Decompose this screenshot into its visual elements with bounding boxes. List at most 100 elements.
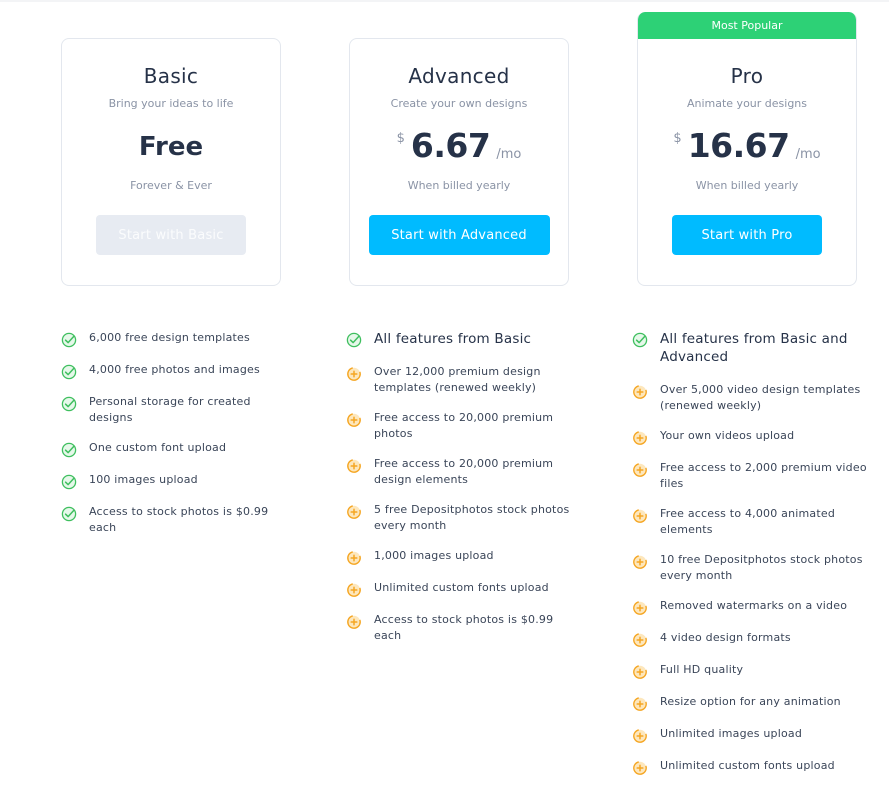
currency-symbol: $	[396, 131, 405, 146]
feature-text: 4 video design formats	[660, 631, 791, 644]
plus-circle-icon	[632, 728, 648, 744]
feature-text: Resize option for any animation	[660, 695, 841, 708]
check-circle-icon	[61, 506, 77, 522]
feature-text: 4,000 free photos and images	[89, 363, 260, 376]
feature-text: 10 free Depositphotos stock photos every…	[660, 553, 863, 582]
plan-name: Basic	[143, 64, 199, 88]
plus-circle-icon	[632, 632, 648, 648]
plan-card: Basic Bring your ideas to life Free Fore…	[61, 38, 281, 286]
feature-item: Free access to 20,000 premium design ele…	[346, 456, 576, 488]
feature-text: Unlimited images upload	[660, 727, 803, 740]
plus-circle-icon	[346, 412, 362, 428]
price-amount: 16.67	[687, 126, 790, 165]
check-circle-icon	[61, 474, 77, 490]
start-advanced-button[interactable]: Start with Advanced	[368, 215, 550, 255]
feature-item: 5 free Depositphotos stock photos every …	[346, 502, 576, 534]
features-pro: All features from Basic and Advanced Over…	[632, 330, 872, 790]
price-row: $ 6.67 /mo	[350, 127, 568, 169]
start-basic-button[interactable]: Start with Basic	[96, 215, 246, 255]
feature-item: 4,000 free photos and images	[61, 362, 286, 380]
feature-item: 6,000 free design templates	[61, 330, 286, 348]
price-period: /mo	[496, 147, 522, 162]
feature-item: Unlimited images upload	[632, 726, 872, 744]
price-note: When billed yearly	[695, 179, 799, 192]
feature-text: Free access to 4,000 animated elements	[660, 507, 836, 536]
plan-basic: Basic Bring your ideas to life Free Fore…	[61, 38, 281, 286]
plan-tagline: Create your own designs	[390, 97, 528, 110]
plus-circle-icon	[632, 696, 648, 712]
feature-item: Over 5,000 video design templates (renew…	[632, 382, 872, 414]
plus-circle-icon	[632, 600, 648, 616]
plan-pro: Most Popular Pro Animate your designs $ …	[637, 12, 857, 286]
feature-item: Unlimited custom fonts upload	[346, 580, 576, 598]
plus-circle-icon	[632, 760, 648, 776]
plus-circle-icon	[346, 504, 362, 520]
price-note: Forever & Ever	[130, 179, 212, 192]
top-divider	[0, 0, 889, 2]
feature-item: Access to stock photos is $0.99 each	[346, 612, 576, 644]
price-row: $ 16.67 /mo	[638, 127, 856, 169]
most-popular-badge: Most Popular	[638, 12, 856, 39]
feature-item: Free access to 2,000 premium video files	[632, 460, 872, 492]
feature-item: 100 images upload	[61, 472, 286, 490]
plan-advanced: Advanced Create your own designs $ 6.67 …	[349, 38, 569, 286]
check-circle-icon	[61, 396, 77, 412]
features-advanced: All features from Basic Over 12,000 premi…	[346, 330, 576, 658]
feature-text: Full HD quality	[660, 663, 744, 676]
feature-item: Personal storage for created designs	[61, 394, 286, 426]
feature-text: Free access to 20,000 premium design ele…	[374, 457, 554, 486]
plan-name: Pro	[730, 64, 764, 88]
feature-text: 1,000 images upload	[374, 549, 494, 562]
feature-item: Resize option for any animation	[632, 694, 872, 712]
feature-text: Removed watermarks on a video	[660, 599, 848, 612]
feature-heading: All features from Basic	[346, 330, 576, 348]
plan-name: Advanced	[408, 64, 510, 88]
price-note: When billed yearly	[407, 179, 511, 192]
feature-item: 10 free Depositphotos stock photos every…	[632, 552, 872, 584]
feature-text: All features from Basic	[374, 331, 532, 347]
currency-symbol: $	[673, 131, 682, 146]
plus-circle-icon	[346, 366, 362, 382]
feature-item: Unlimited custom fonts upload	[632, 758, 872, 776]
plus-circle-icon	[346, 614, 362, 630]
feature-text: Your own videos upload	[660, 429, 795, 442]
feature-text: 5 free Depositphotos stock photos every …	[374, 503, 570, 532]
plan-card: Advanced Create your own designs $ 6.67 …	[349, 38, 569, 286]
plus-circle-icon	[632, 430, 648, 446]
feature-text: Over 5,000 video design templates (renew…	[660, 383, 861, 412]
plan-card: Most Popular Pro Animate your designs $ …	[637, 12, 857, 286]
feature-item: Free access to 20,000 premium photos	[346, 410, 576, 442]
plan-tagline: Bring your ideas to life	[108, 97, 234, 110]
plus-circle-icon	[632, 384, 648, 400]
check-circle-icon	[61, 332, 77, 348]
feature-item: Access to stock photos is $0.99 each	[61, 504, 286, 536]
features-basic: 6,000 free design templates 4,000 free ph…	[61, 330, 286, 550]
price-period: /mo	[795, 147, 821, 162]
feature-text: One custom font upload	[89, 441, 227, 454]
feature-text: All features from Basic and Advanced	[660, 331, 848, 365]
feature-item: Over 12,000 premium design templates (re…	[346, 364, 576, 396]
start-pro-button[interactable]: Start with Pro	[672, 215, 822, 255]
feature-item: 4 video design formats	[632, 630, 872, 648]
check-circle-icon	[346, 332, 362, 348]
price-amount: 6.67	[410, 126, 491, 165]
feature-text: Unlimited custom fonts upload	[374, 581, 549, 594]
feature-item: Full HD quality	[632, 662, 872, 680]
plus-circle-icon	[632, 508, 648, 524]
feature-text: 100 images upload	[89, 473, 198, 486]
feature-item: 1,000 images upload	[346, 548, 576, 566]
check-circle-icon	[61, 364, 77, 380]
plus-circle-icon	[632, 462, 648, 478]
feature-text: Over 12,000 premium design templates (re…	[374, 365, 541, 394]
plus-circle-icon	[346, 458, 362, 474]
feature-text: 6,000 free design templates	[89, 331, 250, 344]
feature-text: Personal storage for created designs	[89, 395, 251, 424]
price-row: Free	[62, 127, 280, 169]
feature-heading: All features from Basic and Advanced	[632, 330, 872, 366]
check-circle-icon	[632, 332, 648, 348]
check-circle-icon	[61, 442, 77, 458]
plan-tagline: Animate your designs	[686, 97, 808, 110]
price-free: Free	[138, 132, 204, 162]
feature-text: Unlimited custom fonts upload	[660, 759, 835, 772]
plus-circle-icon	[346, 582, 362, 598]
